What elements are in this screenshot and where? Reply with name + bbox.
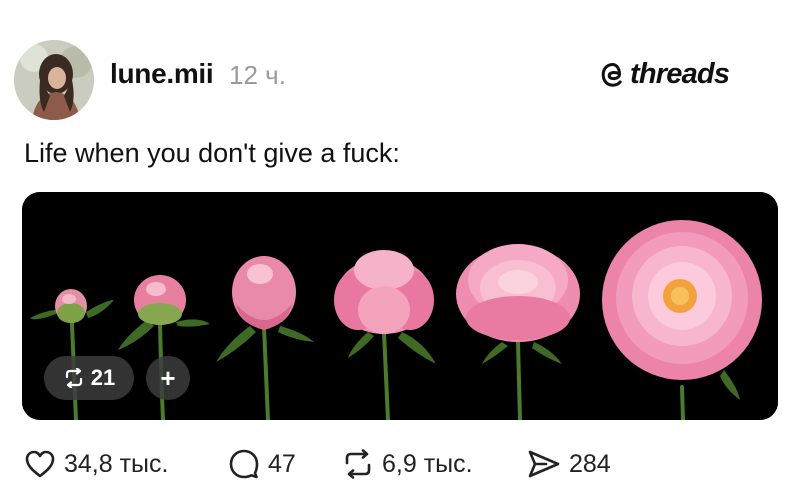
comment-button[interactable]: 47 [228,446,296,482]
avatar-photo [14,40,94,120]
threads-at-icon [601,62,622,87]
threads-logo: threads [598,58,730,91]
share-count: 284 [569,449,611,478]
send-icon [528,450,560,478]
add-label: + [160,363,176,393]
like-count: 34,8 тыс. [64,449,169,478]
like-button[interactable]: 34,8 тыс. [24,446,168,482]
repost-icon [345,449,371,479]
heart-icon [25,450,55,478]
repost-icon [65,368,82,388]
post-text: Life when you don't give a fuck: [24,138,400,168]
comment-icon [229,449,259,479]
media-repost-count: 21 [90,365,116,390]
peony-bloom-sequence-image [22,192,778,420]
post-image[interactable] [22,192,778,420]
comment-count: 47 [268,449,296,478]
add-button[interactable]: + [146,356,190,400]
share-button[interactable]: 284 [527,446,611,482]
media-repost-badge[interactable]: 21 [44,356,134,400]
repost-button[interactable]: 6,9 тыс. [342,446,473,482]
avatar[interactable] [14,40,94,120]
repost-count: 6,9 тыс. [382,449,473,478]
threads-wordmark: threads [630,58,730,90]
username[interactable]: lune.mii [110,58,214,90]
post-timestamp: 12 ч. [229,60,286,90]
